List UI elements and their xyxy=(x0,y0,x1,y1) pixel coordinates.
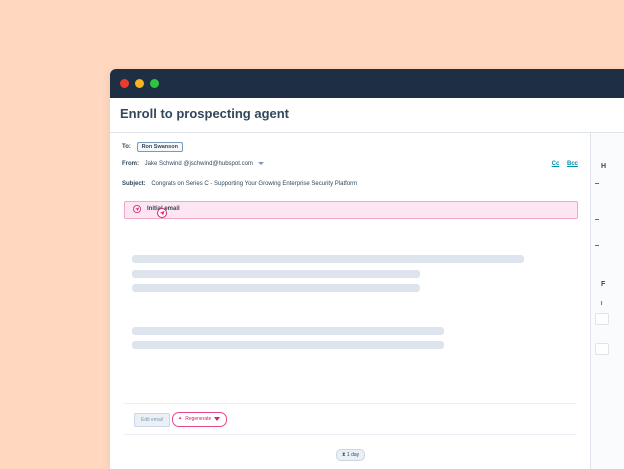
chevron-down-icon xyxy=(214,416,221,421)
minimize-window-button[interactable] xyxy=(135,79,144,88)
skeleton-line xyxy=(132,327,444,335)
side-panel-field[interactable] xyxy=(595,313,609,325)
side-panel-field[interactable] xyxy=(595,343,609,355)
email-composer: To: Ron Swanson From: Jake Schwind @jsch… xyxy=(110,133,590,469)
hourglass-icon: ⧗ xyxy=(342,452,346,458)
from-label: From: xyxy=(122,161,139,167)
bcc-link[interactable]: Bcc xyxy=(567,161,578,167)
side-panel-section: F xyxy=(601,281,606,288)
subject-label: Subject: xyxy=(122,181,146,187)
cc-bcc-links: Cc Bcc xyxy=(546,161,578,167)
send-icon xyxy=(133,205,141,213)
skeleton-line xyxy=(132,284,420,292)
page-header: Enroll to prospecting agent xyxy=(110,98,624,133)
delay-label: 1 day xyxy=(346,452,360,458)
sparkle-icon: ✦ xyxy=(178,416,183,422)
divider xyxy=(124,434,576,435)
from-row: From: Jake Schwind @jschwind@hubspot.com xyxy=(122,161,264,167)
window-titlebar xyxy=(110,69,624,98)
subject-row: Subject: Congrats on Series C - Supporti… xyxy=(122,181,357,187)
side-panel: H F I xyxy=(590,133,624,469)
regenerate-label: Regenerate xyxy=(185,416,212,422)
cursor-pointer-icon xyxy=(157,208,167,218)
delay-chip[interactable]: ⧗ 1 day xyxy=(336,449,366,461)
regenerate-button[interactable]: ✦ Regenerate xyxy=(172,412,228,427)
close-window-button[interactable] xyxy=(120,79,129,88)
chevron-icon[interactable] xyxy=(595,219,599,220)
chevron-down-icon[interactable] xyxy=(257,161,264,165)
maximize-window-button[interactable] xyxy=(150,79,159,88)
side-panel-label: I xyxy=(601,301,603,307)
step-bar[interactable]: Initial email xyxy=(124,201,578,219)
skeleton-line xyxy=(132,255,524,263)
page-title: Enroll to prospecting agent xyxy=(120,106,290,121)
chevron-icon[interactable] xyxy=(595,245,599,246)
from-value[interactable]: Jake Schwind @jschwind@hubspot.com xyxy=(145,161,253,167)
edit-email-button[interactable]: Edit email xyxy=(134,413,170,427)
skeleton-line xyxy=(132,270,420,278)
recipient-chip[interactable]: Ron Swanson xyxy=(136,142,183,152)
app-window: Enroll to prospecting agent To: Ron Swan… xyxy=(110,69,624,469)
chevron-icon[interactable] xyxy=(595,183,599,184)
skeleton-line xyxy=(132,341,444,349)
to-row: To: Ron Swanson xyxy=(122,142,183,152)
side-panel-heading: H xyxy=(601,163,607,170)
cc-link[interactable]: Cc xyxy=(552,161,560,167)
subject-value[interactable]: Congrats on Series C - Supporting Your G… xyxy=(151,181,357,187)
divider xyxy=(124,403,576,404)
to-label: To: xyxy=(122,144,131,150)
